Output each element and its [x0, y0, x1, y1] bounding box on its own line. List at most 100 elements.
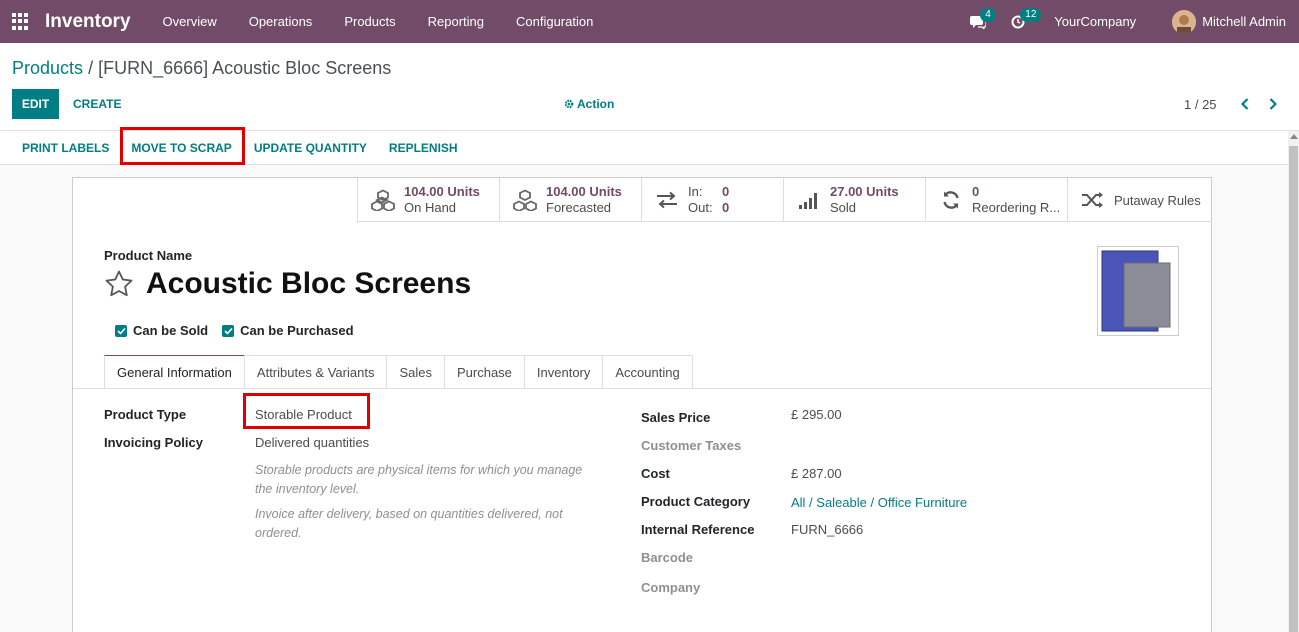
product-name-label: Product Name [104, 248, 193, 263]
page-scrollbar[interactable] [1288, 131, 1299, 632]
reordering-label: Reordering R... [972, 200, 1061, 215]
activities-count-badge: 12 [1020, 8, 1042, 22]
invoicing-policy-select[interactable]: Delivered quantities [255, 435, 369, 450]
tab-purchase[interactable]: Purchase [443, 355, 525, 388]
gear-icon [564, 99, 574, 109]
scroll-up-arrow-icon[interactable] [1290, 134, 1298, 139]
menu-configuration[interactable]: Configuration [500, 0, 609, 43]
signal-bars-icon [796, 187, 822, 213]
forecasted-label: Forecasted [546, 200, 612, 215]
checkbox-checked-icon [222, 324, 235, 337]
tab-inventory[interactable]: Inventory [523, 355, 604, 388]
product-type-label: Product Type [104, 407, 187, 422]
form-tabs: General Information Attributes & Variant… [104, 355, 693, 388]
tab-divider [73, 388, 1211, 389]
menu-overview[interactable]: Overview [147, 0, 233, 43]
user-menu[interactable]: Mitchell Admin [1202, 14, 1286, 29]
breadcrumb-separator: / [88, 58, 94, 78]
reordering-rules-button[interactable]: 0 Reordering R... [925, 178, 1067, 222]
tab-attributes-variants[interactable]: Attributes & Variants [243, 355, 388, 388]
on-hand-label: On Hand [404, 200, 457, 215]
company-label: Company [641, 580, 701, 595]
out-label: Out: [688, 200, 713, 215]
in-value: 0 [722, 184, 730, 199]
checkbox-checked-icon [115, 324, 127, 337]
company-switcher[interactable]: YourCompany [1054, 14, 1136, 29]
product-category-link[interactable]: All / Saleable / Office Furniture [791, 495, 967, 510]
replenish-button[interactable]: REPLENISH [378, 131, 469, 165]
product-image[interactable] [1097, 246, 1179, 336]
menu-products[interactable]: Products [328, 0, 411, 43]
app-name[interactable]: Inventory [45, 11, 131, 33]
apps-menu-icon[interactable] [12, 12, 30, 31]
top-navbar: Inventory Overview Operations Products R… [0, 0, 1299, 43]
internal-reference-value: FURN_6666 [791, 522, 864, 537]
tab-general-information[interactable]: General Information [104, 355, 245, 388]
scrollbar-thumb[interactable] [1289, 146, 1298, 632]
sales-price-value: £ 295.00 [791, 407, 842, 422]
putaway-rules-button[interactable]: Putaway Rules [1067, 178, 1210, 222]
breadcrumb: Products / [FURN_6666] Acoustic Bloc Scr… [12, 58, 391, 79]
can-be-purchased-label: Can be Purchased [240, 323, 354, 338]
putaway-label: Putaway Rules [1114, 192, 1201, 208]
sold-button[interactable]: 27.00 Units Sold [783, 178, 925, 222]
invoicing-policy-label: Invoicing Policy [104, 435, 203, 450]
pager-previous-button[interactable] [1233, 92, 1257, 116]
cost-label: Cost [641, 466, 670, 481]
product-category-label: Product Category [641, 494, 751, 509]
messages-button[interactable]: 4 [958, 0, 998, 43]
print-labels-button[interactable]: PRINT LABELS [11, 131, 120, 165]
chevron-right-icon [1269, 98, 1277, 110]
sales-price-label: Sales Price [641, 410, 711, 425]
pager: 1 / 25 [1184, 89, 1285, 119]
highlight-box-product-type [243, 393, 370, 429]
update-quantity-button[interactable]: UPDATE QUANTITY [243, 131, 378, 165]
exchange-icon [654, 187, 680, 213]
barcode-label: Barcode [641, 550, 694, 565]
sold-label: Sold [830, 200, 857, 215]
breadcrumb-products-link[interactable]: Products [12, 58, 83, 78]
sold-value: 27.00 Units [830, 184, 899, 199]
refresh-icon [938, 187, 964, 213]
reordering-value: 0 [972, 184, 980, 199]
forecasted-button[interactable]: 104.00 Units Forecasted [499, 178, 641, 222]
product-name: Acoustic Bloc Screens [146, 267, 472, 300]
messages-count-badge: 4 [980, 8, 996, 22]
cubes-icon [370, 187, 396, 213]
activities-button[interactable]: 12 [998, 0, 1042, 43]
control-panel: Products / [FURN_6666] Acoustic Bloc Scr… [0, 43, 1299, 131]
can-be-sold-checkbox[interactable]: Can be Sold [115, 323, 208, 338]
product-type-help-text: Storable products are physical items for… [255, 463, 583, 496]
menu-reporting[interactable]: Reporting [412, 0, 500, 43]
on-hand-value: 104.00 Units [404, 184, 480, 199]
smart-buttons: 104.00 Units On Hand 104.00 Units Foreca… [357, 178, 1212, 222]
create-button[interactable]: CREATE [73, 89, 121, 119]
user-avatar[interactable] [1172, 9, 1197, 34]
form-sheet: 104.00 Units On Hand 104.00 Units Foreca… [72, 177, 1212, 632]
can-be-purchased-checkbox[interactable]: Can be Purchased [222, 323, 354, 338]
chevron-left-icon [1240, 98, 1248, 110]
out-value: 0 [722, 200, 730, 215]
edit-button[interactable]: EDIT [12, 89, 59, 119]
pager-value[interactable]: 1 / 25 [1184, 97, 1217, 112]
invoicing-policy-help-text: Invoice after delivery, based on quantit… [255, 507, 563, 540]
favorite-star-icon[interactable] [104, 269, 134, 299]
main-menu: Overview Operations Products Reporting C… [147, 0, 610, 43]
forecasted-value: 104.00 Units [546, 184, 622, 199]
cost-value: £ 287.00 [791, 466, 842, 481]
tab-sales[interactable]: Sales [386, 355, 445, 388]
cubes-icon [512, 187, 538, 213]
sale-purchase-options: Can be Sold Can be Purchased [115, 323, 368, 338]
action-label: Action [577, 97, 615, 111]
customer-taxes-label: Customer Taxes [641, 438, 742, 453]
action-menu-button[interactable]: Action [564, 89, 614, 119]
can-be-sold-label: Can be Sold [133, 323, 209, 338]
breadcrumb-current: [FURN_6666] Acoustic Bloc Screens [98, 58, 392, 78]
in-out-button[interactable]: In: 0 Out: 0 [641, 178, 783, 222]
internal-reference-label: Internal Reference [641, 522, 755, 537]
on-hand-button[interactable]: 104.00 Units On Hand [357, 178, 499, 222]
tab-accounting[interactable]: Accounting [602, 355, 693, 388]
menu-operations[interactable]: Operations [233, 0, 329, 43]
pager-next-button[interactable] [1261, 92, 1285, 116]
random-icon [1080, 187, 1106, 213]
